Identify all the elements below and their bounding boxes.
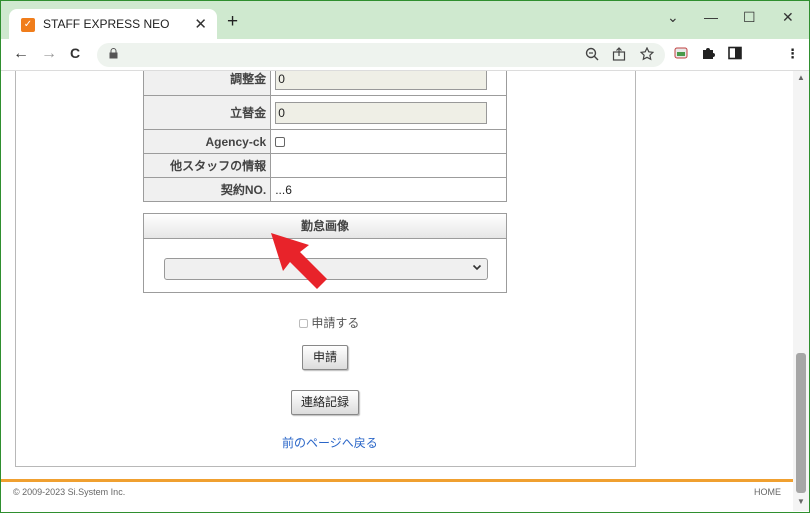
chevron-down-icon — [472, 261, 482, 275]
apply-checkbox-label: 申請する — [311, 316, 360, 330]
menu-icon[interactable]: ⋮ — [786, 46, 799, 62]
scroll-down-icon[interactable]: ▼ — [797, 497, 805, 506]
puzzle-icon[interactable] — [701, 46, 715, 63]
apply-checkbox-row[interactable]: 申請する — [299, 314, 359, 331]
tab-search-icon[interactable]: ⌄ — [667, 9, 679, 26]
address-bar[interactable] — [97, 43, 665, 67]
form-row-other-staff: 他スタッフの情報 — [142, 153, 507, 178]
browser-toolbar: ← → C ⋮ — [1, 39, 809, 71]
maximize-button[interactable]: ☐ — [743, 9, 756, 26]
form-label: 調整金 — [142, 71, 272, 96]
page-scrollbar[interactable]: ▲ ▼ — [793, 71, 809, 511]
page-viewport: 調整金 0 立替金 0 Agency-ck 他スタッフの情報 契約NO. ...… — [1, 71, 793, 511]
tab-bar: ✓ STAFF EXPRESS NEO ✕ + ⌄ — ☐ ✕ — [1, 1, 809, 39]
back-to-previous-page-link[interactable]: 前のページへ戻る — [282, 434, 378, 451]
back-button[interactable]: ← — [13, 45, 29, 63]
apply-checkbox[interactable] — [299, 319, 308, 329]
detail-form-table: 調整金 0 立替金 0 Agency-ck 他スタッフの情報 契約NO. ...… — [142, 71, 507, 202]
browser-window: ✓ STAFF EXPRESS NEO ✕ + ⌄ — ☐ ✕ ← → C ⋮ … — [0, 0, 810, 513]
extension-icon[interactable] — [674, 46, 688, 63]
forward-button[interactable]: → — [41, 45, 57, 63]
scroll-thumb[interactable] — [796, 353, 806, 493]
bookmark-star-icon[interactable] — [639, 46, 655, 64]
share-icon[interactable] — [612, 47, 626, 64]
lock-icon — [109, 48, 118, 62]
zoom-icon[interactable] — [585, 47, 599, 64]
form-row-advance: 立替金 0 — [142, 95, 507, 130]
scroll-up-icon[interactable]: ▲ — [797, 73, 805, 82]
pointer-arrow-icon — [271, 233, 327, 289]
form-row-adjustment: 調整金 0 — [142, 71, 507, 96]
app-favicon-icon: ✓ — [21, 18, 35, 32]
reload-button[interactable]: C — [70, 45, 80, 61]
browser-tab[interactable]: ✓ STAFF EXPRESS NEO ✕ — [9, 9, 217, 39]
apply-button[interactable]: 申請 — [302, 345, 348, 370]
close-window-button[interactable]: ✕ — [782, 9, 794, 26]
new-tab-button[interactable]: + — [227, 12, 238, 31]
advance-payment-input[interactable]: 0 — [275, 101, 488, 124]
copyright-text: © 2009-2023 Si.System Inc. — [13, 487, 126, 497]
tab-title: STAFF EXPRESS NEO — [43, 17, 170, 31]
tab-close-icon[interactable]: ✕ — [194, 15, 207, 33]
contract-no-value: ...6 — [270, 177, 507, 202]
form-row-agency-ck: Agency-ck — [142, 129, 507, 154]
minimize-button[interactable]: — — [704, 9, 718, 25]
form-label: 契約NO. — [142, 177, 272, 202]
contact-record-button[interactable]: 連絡記録 — [291, 390, 359, 415]
form-row-contract-no: 契約NO. ...6 — [142, 177, 507, 202]
adjustment-input[interactable]: 0 — [275, 71, 488, 90]
other-staff-value — [270, 153, 507, 178]
form-label: Agency-ck — [142, 129, 272, 154]
agency-ck-checkbox[interactable] — [275, 137, 286, 148]
form-label: 立替金 — [142, 95, 272, 130]
home-link[interactable]: HOME — [754, 487, 781, 497]
side-panel-icon[interactable] — [728, 46, 742, 63]
form-label: 他スタッフの情報 — [142, 153, 272, 178]
page-footer: © 2009-2023 Si.System Inc. HOME — [1, 482, 793, 511]
